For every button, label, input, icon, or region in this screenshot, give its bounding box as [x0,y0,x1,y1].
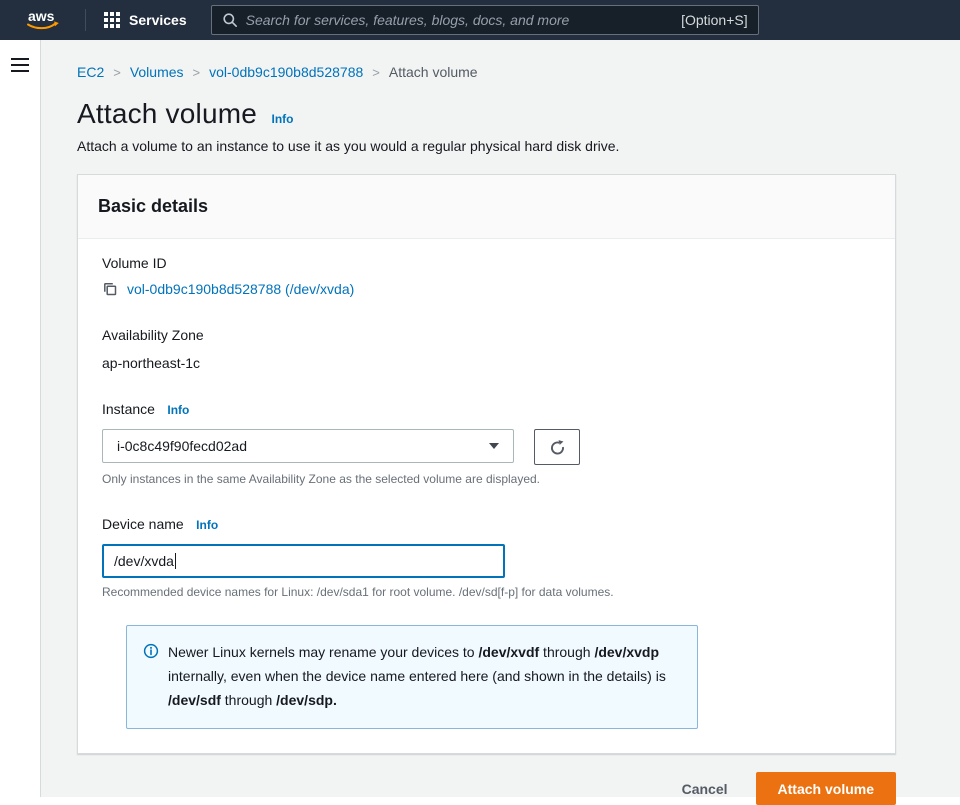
volume-id-link[interactable]: vol-0db9c190b8d528788 (/dev/xvda) [127,281,354,297]
refresh-icon [549,439,566,456]
device-name-input[interactable]: /dev/xvda [102,544,505,578]
info-alert-text: Newer Linux kernels may rename your devi… [168,644,666,708]
breadcrumb-separator-icon: > [113,64,121,80]
device-name-helper-text: Recommended device names for Linux: /dev… [102,585,614,599]
basic-details-card: Basic details Volume ID vol-0db9c190b8d5… [77,174,896,754]
instance-select[interactable]: i-0c8c49f90fecd02ad [102,429,514,463]
instance-field: Instance Info i-0c8c49f90fecd02ad Only i… [102,401,875,486]
chevron-down-icon [489,443,499,449]
card-header: Basic details [78,175,895,239]
search-icon [222,12,238,28]
page-description: Attach a volume to an instance to use it… [77,138,620,154]
instance-label: Instance [102,401,155,417]
copy-volume-id-button[interactable] [102,281,118,297]
form-actions: Cancel Attach volume [77,772,896,805]
copy-icon [102,281,118,297]
availability-zone-value: ap-northeast-1c [102,355,201,371]
attach-volume-button[interactable]: Attach volume [755,772,896,805]
services-label: Services [129,12,187,28]
instance-select-value: i-0c8c49f90fecd02ad [117,438,247,454]
device-name-value: /dev/xvda [114,553,174,569]
svg-text:aws: aws [28,8,55,24]
volume-id-label: Volume ID [102,255,167,271]
search-input[interactable] [245,12,682,28]
page-title: Attach volume [77,98,258,129]
breadcrumb-separator-icon: > [192,64,201,80]
instance-helper-text: Only instances in the same Availability … [102,472,541,486]
breadcrumb: EC2 > Volumes > vol-0db9c190b8d528788 > … [77,64,896,80]
cancel-button[interactable]: Cancel [682,781,728,797]
aws-logo[interactable]: aws [0,8,85,32]
page-info-link[interactable]: Info [271,112,293,126]
breadcrumb-volumes[interactable]: Volumes [130,64,184,80]
side-navigation-collapsed [0,40,41,797]
menu-toggle-icon[interactable] [11,58,29,72]
device-name-field: Device name Info /dev/xvda Recommended d… [102,516,875,599]
breadcrumb-ec2[interactable]: EC2 [77,64,104,80]
card-title: Basic details [98,196,209,216]
device-name-info-link[interactable]: Info [196,518,218,532]
aws-logo-icon: aws [26,8,59,30]
breadcrumb-separator-icon: > [372,64,380,80]
device-name-label: Device name [102,516,184,532]
text-caret [174,553,176,569]
services-menu-button[interactable]: Services [86,0,205,40]
services-grid-icon [104,12,120,28]
search-shortcut-hint: [Option+S] [681,12,748,28]
main-content: EC2 > Volumes > vol-0db9c190b8d528788 > … [41,40,960,805]
top-navigation-bar: aws Services [Option+S] [0,0,960,40]
global-search-box[interactable]: [Option+S] [210,5,759,35]
refresh-instances-button[interactable] [534,429,580,465]
breadcrumb-volume-id[interactable]: vol-0db9c190b8d528788 [209,64,363,80]
breadcrumb-current: Attach volume [388,64,478,80]
availability-zone-label: Availability Zone [102,327,204,343]
availability-zone-field: Availability Zone ap-northeast-1c [102,327,875,371]
volume-id-field: Volume ID vol-0db9c190b8d528788 (/dev/xv… [102,255,875,297]
info-circle-icon [143,640,159,712]
info-alert: Newer Linux kernels may rename your devi… [126,625,698,729]
instance-info-link[interactable]: Info [167,403,189,417]
